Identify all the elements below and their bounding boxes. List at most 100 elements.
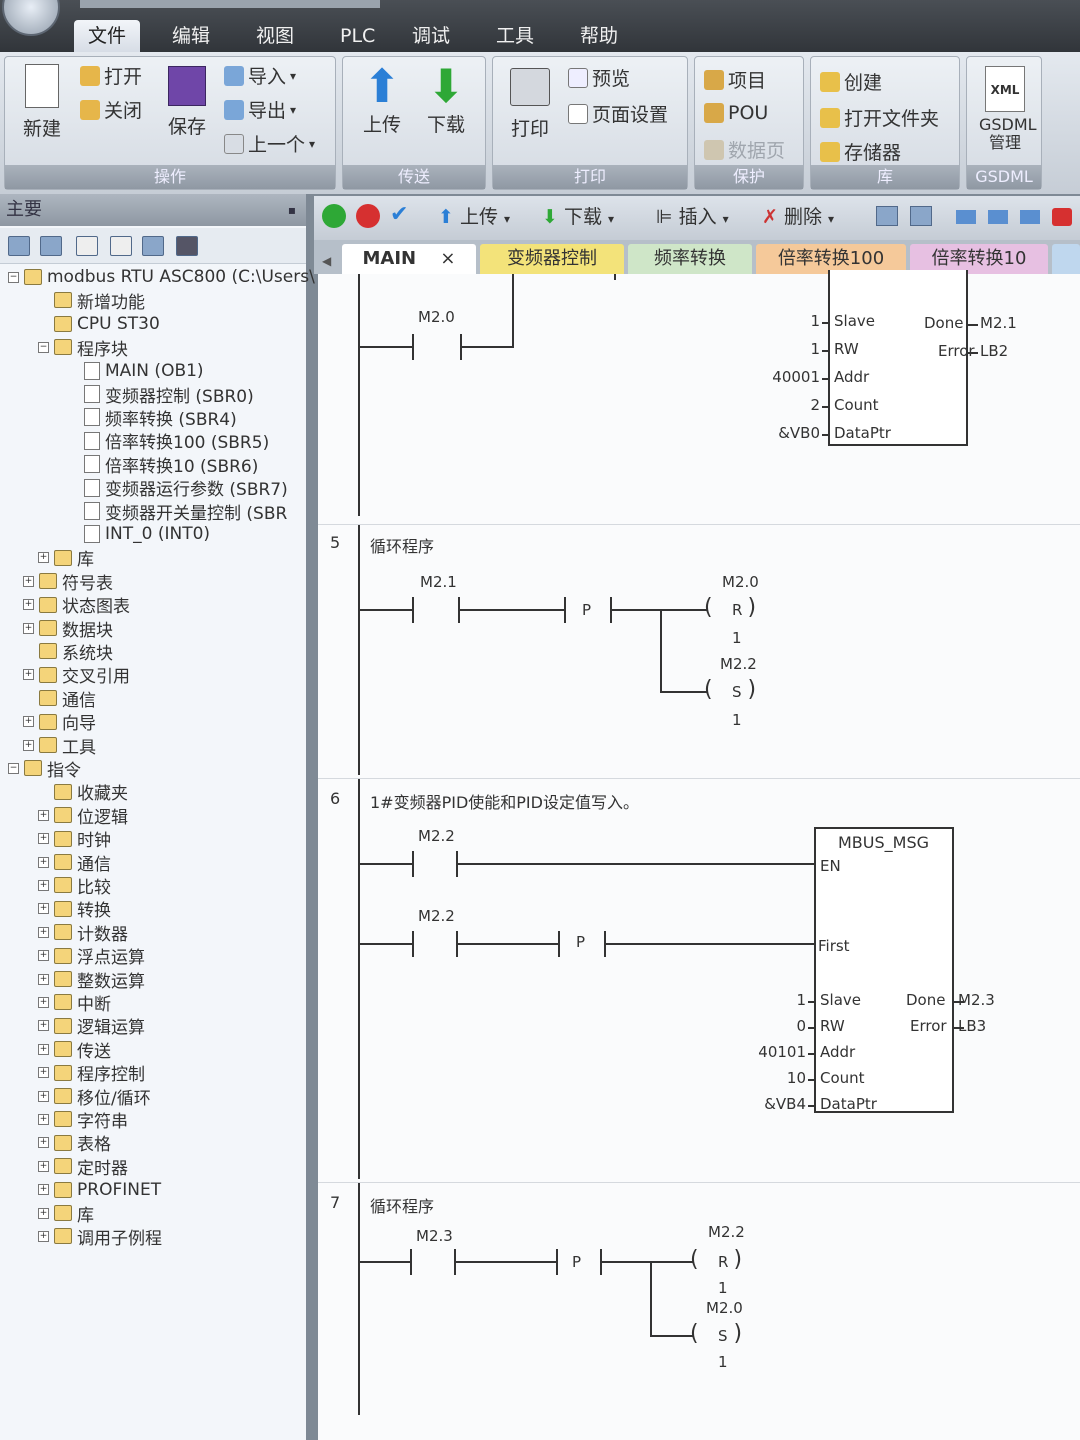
toolbar-download-button[interactable]: ⬇ 下载 ▾ [542, 202, 614, 229]
tree-item[interactable]: + 时钟 [38, 828, 111, 851]
expand-toggle-icon[interactable]: + [38, 996, 49, 1008]
window-icon[interactable] [1020, 210, 1040, 224]
tree-item[interactable]: + PROFINET [38, 1179, 161, 1201]
expand-toggle-icon[interactable]: + [23, 669, 34, 681]
protect-project-button[interactable]: 项目 [704, 66, 766, 93]
close-button[interactable]: 关闭 [80, 96, 142, 123]
tree-item[interactable]: 频率转换 (SBR4) [68, 406, 237, 430]
tree-item[interactable]: + 逻辑运算 [38, 1015, 145, 1038]
expand-toggle-icon[interactable]: + [38, 1043, 49, 1055]
expand-toggle-icon[interactable]: + [38, 950, 49, 962]
memory-button[interactable]: 存储器 [820, 138, 901, 165]
tree-item[interactable]: + 传送 [38, 1038, 111, 1062]
tree-item[interactable]: − 程序块 [38, 336, 128, 360]
expand-toggle-icon[interactable]: + [23, 575, 34, 587]
preview-button[interactable]: 预览 [568, 64, 630, 91]
menu-plc[interactable]: PLC [326, 20, 389, 52]
tab-more[interactable] [1052, 244, 1080, 274]
tree-item[interactable]: 通信 [23, 687, 96, 711]
set-coil[interactable]: ( ) [704, 677, 756, 702]
tree-item[interactable]: + 中断 [38, 991, 111, 1015]
reset-coil[interactable]: ( ) [690, 1247, 742, 1272]
create-library-button[interactable]: 创建 [820, 68, 882, 95]
monitor-icon[interactable] [176, 236, 198, 256]
stop-icon[interactable] [356, 204, 380, 228]
tree-item[interactable]: 系统块 [23, 640, 113, 664]
tab-inverter-control[interactable]: 变频器控制 [480, 244, 624, 274]
expand-toggle-icon[interactable]: + [23, 716, 34, 728]
expand-toggle-icon[interactable]: + [23, 739, 34, 751]
menu-edit[interactable]: 编辑 [158, 20, 224, 52]
view-icon[interactable] [40, 236, 62, 256]
chart-icon[interactable] [142, 236, 164, 256]
expand-toggle-icon[interactable]: + [23, 622, 34, 634]
tree-item[interactable]: + 状态图表 [23, 594, 130, 617]
document-icon[interactable] [110, 236, 132, 256]
expand-toggle-icon[interactable]: + [38, 1020, 49, 1032]
delete-button[interactable]: ✗ 删除 ▾ [762, 202, 834, 229]
tree-item[interactable]: − 指令 [8, 757, 81, 781]
import-button[interactable]: 导入 ▾ [224, 62, 296, 89]
expand-toggle-icon[interactable]: + [38, 1184, 49, 1196]
tree-item[interactable]: 倍率转换100 (SBR5) [68, 430, 269, 453]
expand-toggle-icon[interactable]: − [38, 341, 49, 353]
expand-toggle-icon[interactable]: + [38, 973, 49, 985]
menu-view[interactable]: 视图 [242, 20, 308, 52]
expand-toggle-icon[interactable]: + [23, 599, 34, 611]
menu-tools[interactable]: 工具 [482, 20, 548, 52]
pin-input-value[interactable]: 10 [787, 1069, 806, 1087]
tree-item[interactable]: + 定时器 [38, 1155, 128, 1179]
pin-input-value[interactable]: 1 [810, 340, 820, 358]
tree-item[interactable]: + 向导 [23, 711, 96, 734]
upload-button[interactable]: ⬆ 上传 [356, 62, 408, 137]
tab-frequency-convert[interactable]: 频率转换 [628, 244, 752, 274]
rung-5[interactable]: 5 循环程序 M2.1 P M2.0 ( ) R 1 M2.2 ( ) S 1 [318, 524, 1080, 775]
tree-item[interactable]: 倍率转换10 (SBR6) [68, 453, 258, 477]
previous-button[interactable]: 上一个 ▾ [224, 130, 315, 157]
new-button[interactable]: 新建 [16, 64, 68, 141]
tree-item[interactable]: 变频器控制 (SBR0) [68, 383, 254, 407]
tree-item[interactable]: + 移位/循环 [38, 1085, 151, 1109]
tree-item[interactable]: + 调用子例程 [38, 1225, 162, 1249]
tree-item[interactable]: + 工具 [23, 734, 96, 758]
expand-toggle-icon[interactable]: + [38, 552, 49, 564]
tree-item[interactable]: + 整数运算 [38, 968, 145, 992]
tree-item[interactable]: CPU ST30 [38, 313, 160, 335]
tree-item[interactable]: + 通信 [38, 851, 111, 875]
pin-input-value[interactable]: &VB4 [764, 1095, 806, 1113]
window-icon[interactable] [956, 210, 976, 224]
menu-help[interactable]: 帮助 [566, 20, 632, 52]
tree-item[interactable]: + 符号表 [23, 570, 113, 594]
expand-toggle-icon[interactable]: + [38, 809, 49, 821]
download-button[interactable]: ⬇ 下载 [420, 62, 472, 137]
reset-coil[interactable]: ( ) [704, 595, 756, 620]
window-icon[interactable] [988, 210, 1008, 224]
network-icon[interactable] [910, 206, 932, 226]
expand-toggle-icon[interactable]: + [38, 833, 49, 845]
tree-item[interactable]: 收藏夹 [38, 781, 128, 804]
toolbar-upload-button[interactable]: ⬆ 上传 ▾ [438, 202, 510, 229]
tree-item[interactable]: + 交叉引用 [23, 664, 130, 687]
gsdml-manage-button[interactable]: XML GSDML管理 [972, 66, 1038, 152]
print-button[interactable]: 打印 [504, 68, 556, 141]
protect-datapage-button[interactable]: 数据页 [704, 136, 785, 163]
tab-scroll-left-icon[interactable]: ◀ [322, 246, 331, 276]
expand-toggle-icon[interactable]: + [38, 1090, 49, 1102]
tree-item[interactable]: + 比较 [38, 874, 111, 898]
expand-toggle-icon[interactable]: + [38, 1137, 49, 1149]
expand-toggle-icon[interactable]: − [8, 271, 19, 283]
menu-debug[interactable]: 调试 [398, 20, 464, 52]
close-window-icon[interactable] [1052, 208, 1072, 226]
document-icon[interactable] [76, 236, 98, 256]
open-folder-button[interactable]: 打开文件夹 [820, 104, 939, 131]
tree-item[interactable]: + 表格 [38, 1132, 111, 1155]
expand-toggle-icon[interactable]: + [38, 1113, 49, 1125]
pin-input-value[interactable]: 2 [810, 396, 820, 414]
quick-access-toolbar[interactable] [80, 0, 380, 8]
expand-toggle-icon[interactable]: + [38, 856, 49, 868]
tree-item[interactable]: + 字符串 [38, 1108, 128, 1132]
tree-item[interactable]: + 库 [38, 547, 94, 570]
tree-item[interactable]: + 计数器 [38, 921, 128, 945]
rung-7[interactable]: 7 循环程序 M2.3 P M2.2 ( ) R 1 M2.0 ( ) S 1 [318, 1182, 1080, 1440]
pin-input-value[interactable]: 1 [796, 991, 806, 1009]
